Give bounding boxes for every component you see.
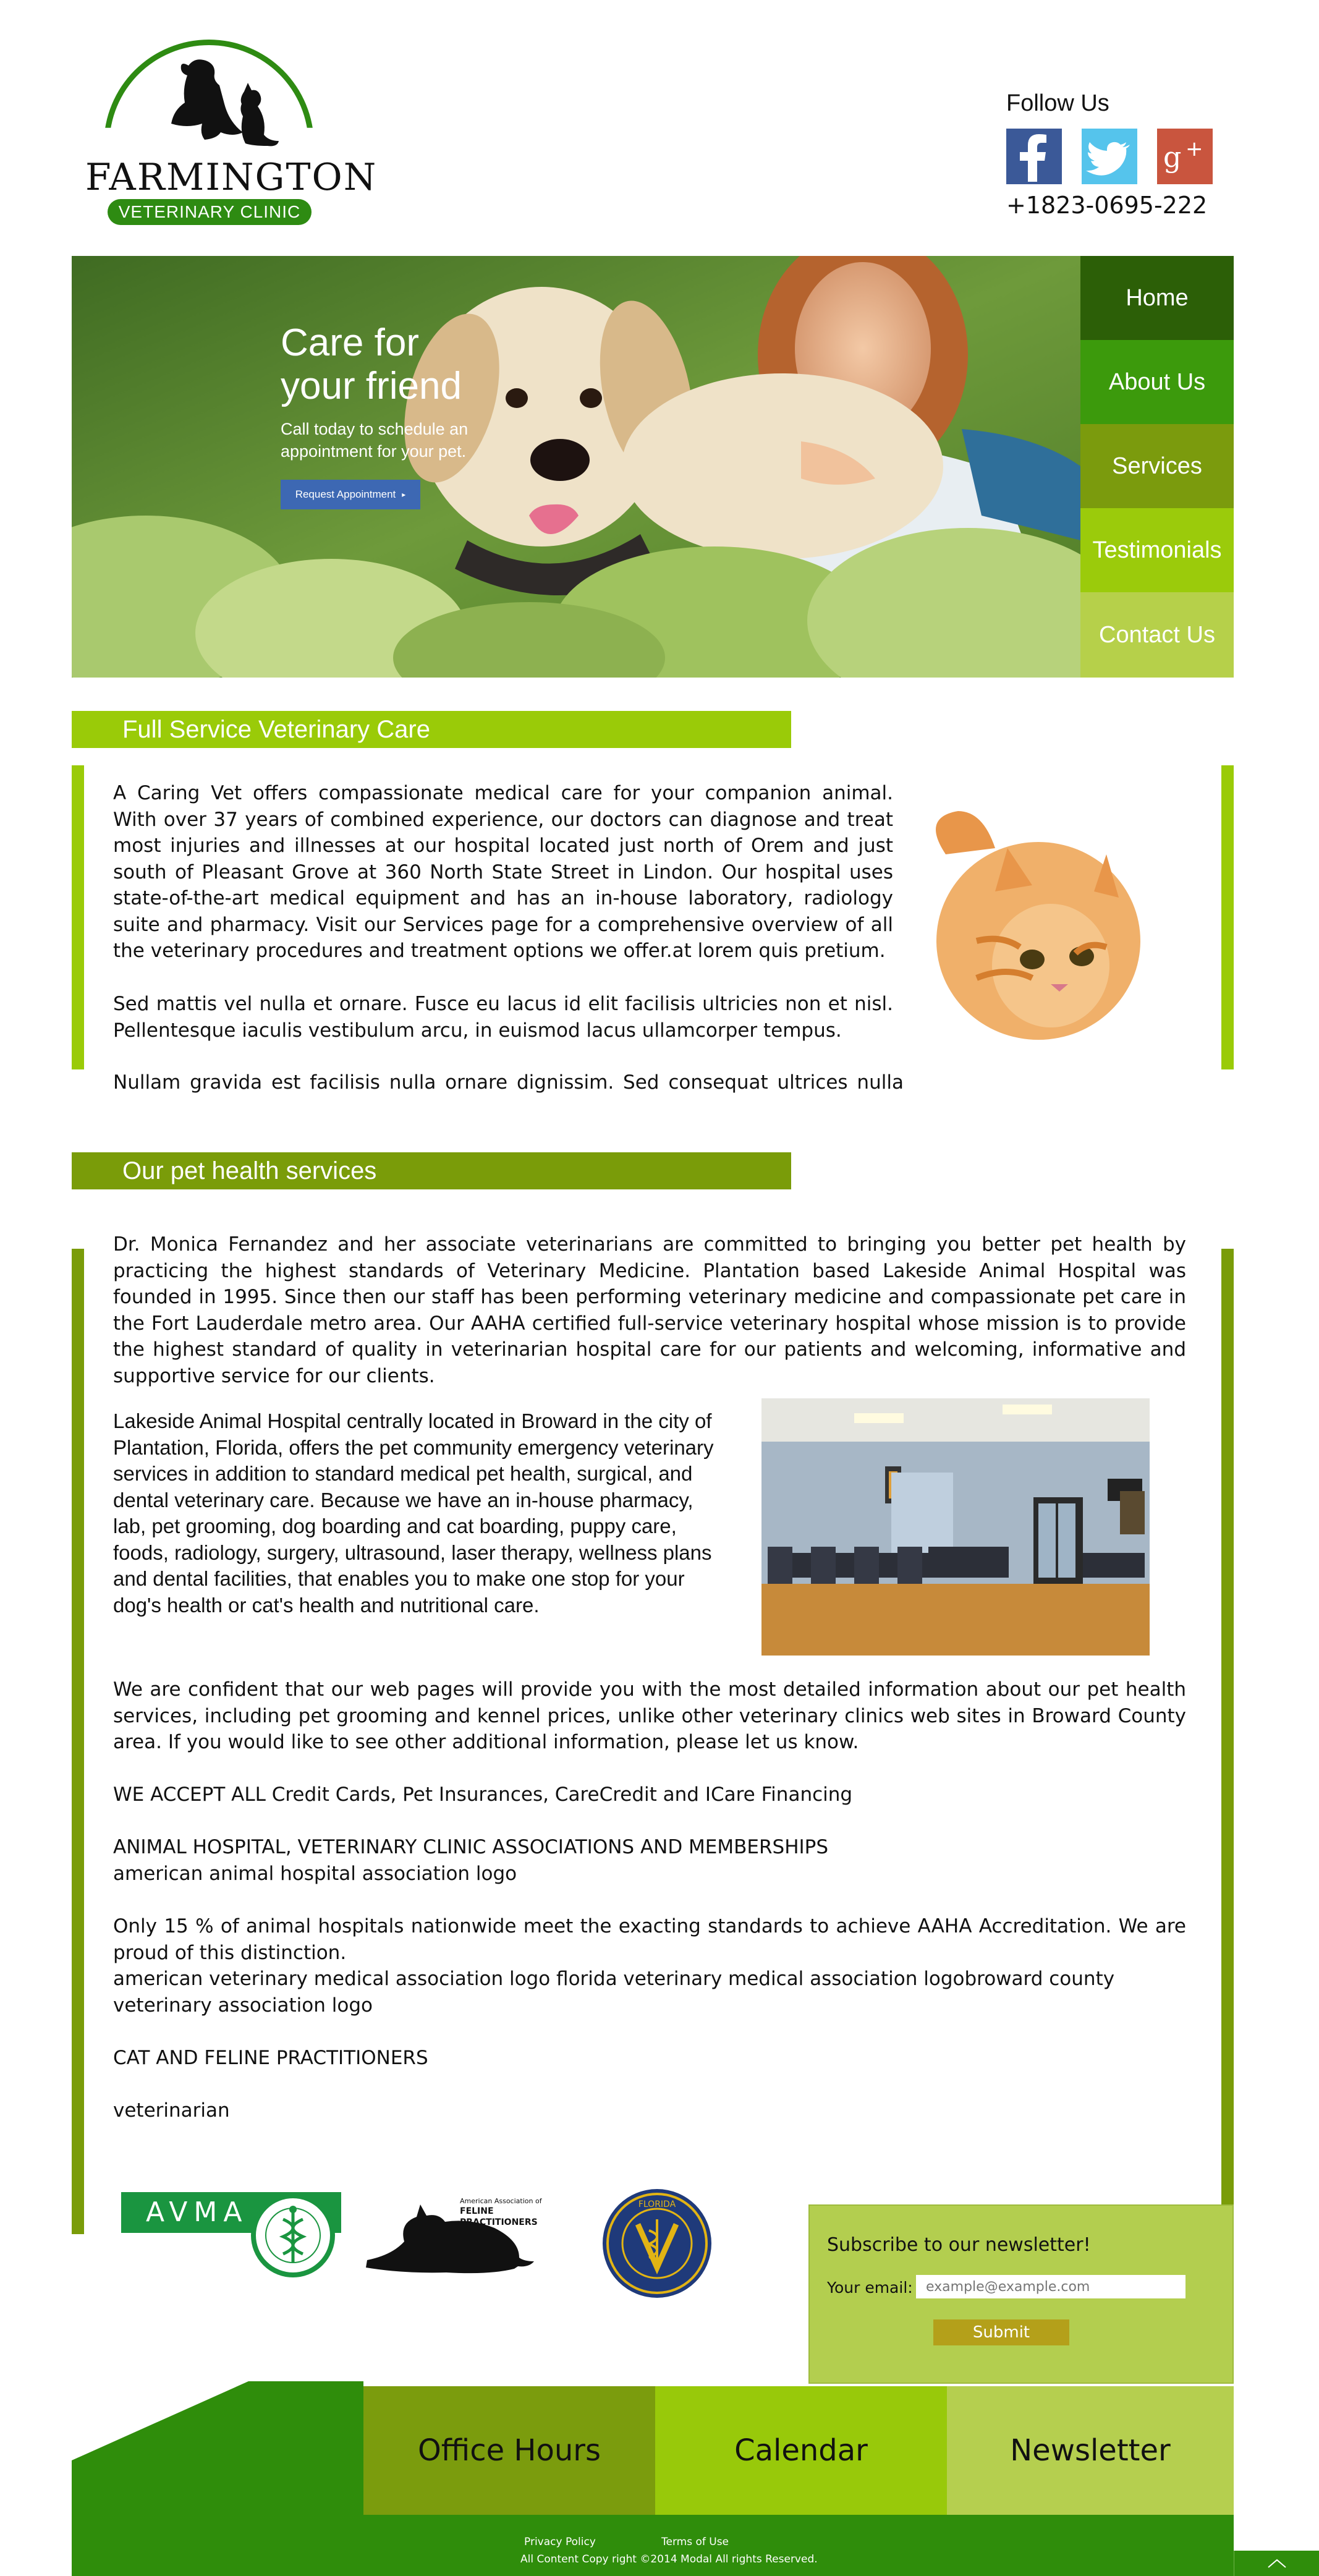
nav-testimonials-label: Testimonials	[1092, 537, 1222, 563]
section2-divider-right	[1221, 1249, 1234, 2204]
feline-practitioners-heading: CAT AND FELINE PRACTITIONERS	[113, 2047, 428, 2069]
tab-newsletter-label: Newsletter	[1010, 2433, 1171, 2468]
aafp-small-text: American Association of	[460, 2197, 542, 2205]
logo-subtitle: VETERINARY CLINIC	[108, 199, 312, 225]
fvma-seal-icon: FLORIDA	[603, 2189, 711, 2298]
nav-services-label: Services	[1112, 453, 1202, 479]
request-appointment-label: Request Appointment	[295, 488, 396, 500]
section-divider-left	[72, 765, 84, 1069]
newsletter-box: Subscribe to our newsletter! Your email:…	[808, 2204, 1234, 2384]
dog-and-cat-silhouette-icon	[171, 59, 279, 147]
hero-headline-line-2: your friend	[281, 365, 462, 407]
aafp-wordmark: FELINE PRACTITIONERS	[460, 2206, 538, 2227]
association-logos-alt-text: american veterinary medical association …	[113, 1968, 1115, 2017]
hero-subtext-line-2: appointment for your pet.	[281, 442, 467, 461]
google-plus-link[interactable]: g +	[1157, 129, 1213, 184]
hero-subtext: Call today to schedule an appointment fo…	[281, 418, 468, 462]
nav-contact-us-label: Contact Us	[1099, 621, 1215, 648]
section-title-pet-health: Our pet health services	[72, 1152, 791, 1189]
section2-paragraph-1: Dr. Monica Fernandez and her associate v…	[113, 1233, 1186, 1387]
section1-paragraph-3: Nullam gravida est facilisis nulla ornar…	[113, 1071, 904, 1094]
hero-banner: Care for your friend Call today to sched…	[72, 256, 1080, 678]
tab-office-hours-label: Office Hours	[418, 2433, 601, 2468]
section2-paragraph-2: Lakeside Animal Hospital centrally locat…	[113, 1409, 714, 1617]
nav-home-label: Home	[1126, 284, 1189, 311]
nav-testimonials[interactable]: Testimonials	[1080, 508, 1234, 592]
aafp-logo[interactable]: American Association of FELINE PRACTITIO…	[362, 2188, 548, 2275]
privacy-policy-link[interactable]: Privacy Policy	[524, 2536, 596, 2548]
section2-paragraph-3: We are confident that our web pages will…	[113, 1678, 1186, 1753]
request-appointment-button[interactable]: Request Appointment ▸	[281, 480, 420, 509]
tab-calendar[interactable]: Calendar	[655, 2386, 947, 2515]
tab-office-hours[interactable]: Office Hours	[363, 2386, 655, 2515]
facebook-link[interactable]	[1006, 129, 1062, 184]
credit-cards-line: WE ACCEPT ALL Credit Cards, Pet Insuranc…	[113, 1783, 853, 1806]
section2-divider-left	[72, 1249, 84, 2234]
logo-wordmark: FARMINGTON	[85, 156, 378, 199]
section-title-full-service: Full Service Veterinary Care	[72, 711, 791, 748]
tab-newsletter[interactable]: Newsletter	[947, 2386, 1234, 2515]
aaha-logo-alt-text: american animal hospital association log…	[113, 1863, 517, 1885]
site-logo[interactable]: FARMINGTON VETERINARY CLINIC	[0, 0, 378, 247]
follow-us-label: Follow Us	[1006, 90, 1109, 116]
twitter-link[interactable]	[1082, 129, 1137, 184]
section1-paragraph-1: A Caring Vet offers compassionate medica…	[113, 782, 893, 962]
veterinarian-text: veterinarian	[113, 2099, 230, 2122]
hero-headline-line-1: Care for	[281, 321, 419, 364]
terms-of-use-link[interactable]: Terms of Use	[661, 2536, 729, 2548]
caduceus-icon	[251, 2195, 335, 2277]
section1-paragraph-2: Sed mattis vel nulla et ornare. Fusce eu…	[113, 993, 893, 1042]
section-divider-right	[1221, 765, 1234, 1069]
back-to-top-button[interactable]	[1234, 2551, 1319, 2576]
nav-about-us-label: About Us	[1108, 368, 1206, 395]
nav-home[interactable]: Home	[1080, 256, 1234, 340]
phone-number: +1823-0695-222	[1006, 192, 1208, 219]
fvma-logo[interactable]: FLORIDA	[601, 2187, 713, 2300]
nav-contact-us[interactable]: Contact Us	[1080, 592, 1234, 678]
newsletter-title: Subscribe to our newsletter!	[827, 2234, 1091, 2256]
associations-heading: ANIMAL HOSPITAL, VETERINARY CLINIC ASSOC…	[113, 1836, 829, 1858]
facebook-icon	[1020, 134, 1046, 182]
twitter-icon	[1086, 142, 1130, 176]
waiting-room-photo	[761, 1398, 1150, 1656]
email-label: Your email:	[827, 2279, 913, 2297]
avma-logo[interactable]: AVMA	[121, 2192, 341, 2279]
svg-text:g: g	[1163, 140, 1181, 174]
hero-headline: Care for your friend	[281, 321, 462, 408]
google-plus-icon: g +	[1163, 137, 1203, 174]
site-footer: Privacy Policy Terms of Use All Content …	[72, 2515, 1234, 2576]
nav-services[interactable]: Services	[1080, 424, 1234, 508]
hero-photo	[72, 256, 1080, 678]
copyright-text: All Content Copy right ©2014 Modal All r…	[520, 2553, 818, 2565]
footer-corner-shape	[72, 2381, 363, 2515]
tab-calendar-label: Calendar	[734, 2433, 868, 2468]
hero-subtext-line-1: Call today to schedule an	[281, 420, 469, 438]
chevron-up-icon	[1267, 2559, 1286, 2568]
svg-text:+: +	[1185, 137, 1203, 161]
nav-about-us[interactable]: About Us	[1080, 340, 1234, 424]
aaha-accreditation-text: Only 15 % of animal hospitals nationwide…	[113, 1915, 1186, 1964]
caret-right-icon: ▸	[402, 490, 406, 499]
fvma-top-text: FLORIDA	[638, 2200, 676, 2209]
email-field[interactable]	[916, 2275, 1185, 2298]
orange-cat-photo	[936, 811, 1140, 1040]
submit-button[interactable]: Submit	[933, 2319, 1069, 2345]
